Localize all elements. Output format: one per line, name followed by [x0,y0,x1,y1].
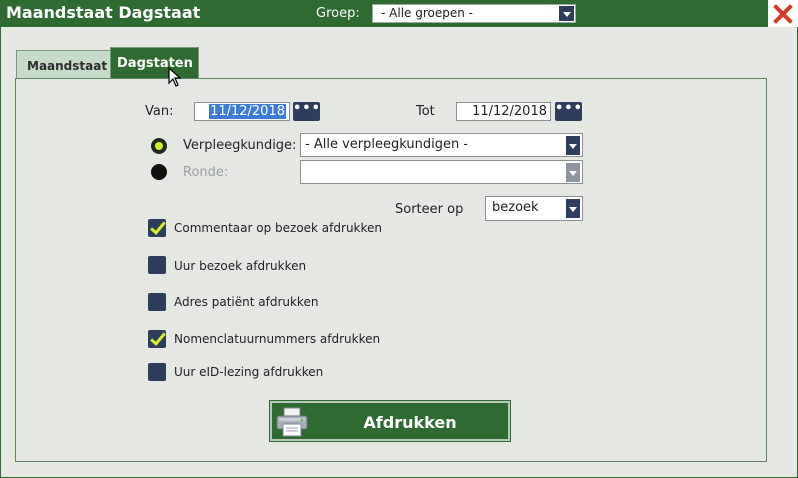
tab-maandstaat-label: Maandstaat [27,59,108,73]
groep-select[interactable]: - Alle groepen - [372,4,576,23]
uur-bezoek-label: Uur bezoek afdrukken [174,259,307,273]
ronde-label: Ronde: [183,165,229,180]
nomenclatuur-label: Nomenclatuurnummers afdrukken [174,332,381,346]
tot-date-input[interactable]: 11/12/2018 [456,102,551,121]
tot-date-picker-button[interactable]: ••• [555,102,582,121]
ronde-select[interactable] [300,160,583,184]
adres-patient-checkbox[interactable] [148,293,166,311]
commentaar-checkbox[interactable] [148,219,166,237]
chevron-down-icon[interactable] [566,163,580,182]
close-button[interactable] [768,0,798,27]
window-title: Maandstaat Dagstaat [6,3,201,22]
tot-date-value: 11/12/2018 [472,104,547,119]
mouse-cursor-icon [168,67,182,87]
verpleegkundige-radio[interactable] [151,138,167,154]
uur-bezoek-checkbox[interactable] [148,256,166,274]
chevron-down-icon[interactable] [566,199,580,218]
van-date-value: 11/12/2018 [209,104,286,119]
van-date-picker-button[interactable]: ••• [293,102,320,121]
verpleegkundige-label: Verpleegkundige: [183,138,297,153]
uur-eid-checkbox[interactable] [148,363,166,381]
van-date-input[interactable]: 11/12/2018 [194,102,290,121]
van-label: Van: [145,104,174,119]
tot-label: Tot [416,104,435,119]
verpleegkundige-select[interactable]: - Alle verpleegkundigen - [300,133,583,157]
chevron-down-icon[interactable] [566,136,580,155]
nomenclatuur-checkbox[interactable] [148,330,166,348]
afdrukken-button[interactable]: Afdrukken [269,400,511,442]
uur-eid-label: Uur eID-lezing afdrukken [174,365,324,379]
groep-select-value: - Alle groepen - [381,6,473,20]
verpleegkundige-select-value: - Alle verpleegkundigen - [305,137,469,152]
sorteer-label: Sorteer op [395,202,464,217]
afdrukken-label: Afdrukken [363,413,457,432]
tab-maandstaat[interactable]: Maandstaat [16,50,112,80]
sorteer-select-value: bezoek [492,200,539,215]
tab-dagstaten[interactable]: Dagstaten [110,47,199,79]
adres-patient-label: Adres patiënt afdrukken [174,295,319,309]
chevron-down-icon[interactable] [559,6,574,21]
commentaar-label: Commentaar op bezoek afdrukken [174,221,383,235]
groep-label: Groep: [316,6,360,21]
sorteer-select[interactable]: bezoek [485,196,583,221]
ronde-radio[interactable] [151,164,167,180]
